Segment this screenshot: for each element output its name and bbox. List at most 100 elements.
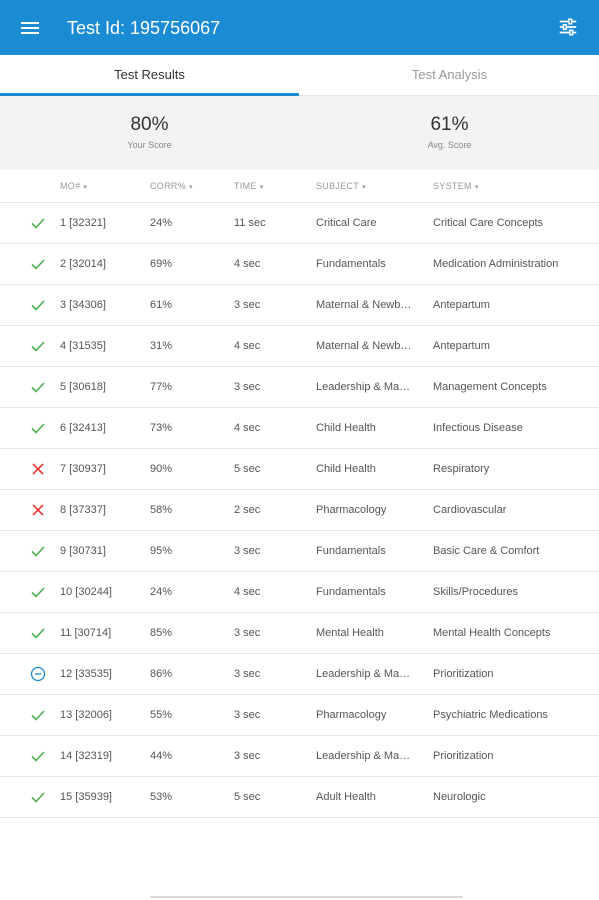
your-score-label: Your Score: [127, 140, 172, 150]
subject: Leadership & Ma…: [316, 668, 411, 680]
column-header-label: SUBJECT: [316, 181, 360, 191]
avg-score-label: Avg. Score: [427, 140, 472, 150]
correct-percent: 44%: [150, 750, 173, 762]
sort-caret-icon: ▾: [474, 184, 479, 191]
sliders-filter-icon[interactable]: [557, 16, 579, 38]
table-row[interactable]: 12 [33535] 86% 3 sec Leadership & Ma… Priori…: [0, 653, 599, 694]
time-spent: 11 sec: [234, 217, 266, 229]
check-icon: [30, 748, 50, 764]
question-id: 7 [30937]: [60, 463, 106, 475]
correct-percent: 55%: [150, 709, 173, 721]
correct-percent: 85%: [150, 627, 173, 639]
table-row[interactable]: 1 [32321] 24% 11 sec Critical Care Critical …: [0, 202, 599, 243]
table-row[interactable]: 4 [31535] 31% 4 sec Maternal & Newb… Antepar…: [0, 325, 599, 366]
table-row[interactable]: 11 [30714] 85% 3 sec Mental Health Mental He…: [0, 612, 599, 653]
table-row[interactable]: 13 [32006] 55% 3 sec Pharmacology Psychiatri…: [0, 694, 599, 735]
correct-percent: 58%: [150, 504, 173, 516]
tab-bar: Test Results Test Analysis: [0, 55, 599, 96]
check-icon: [30, 297, 50, 313]
your-score: 80% Your Score: [0, 114, 299, 150]
tab-test-results[interactable]: Test Results: [0, 55, 299, 96]
subject: Fundamentals: [316, 586, 386, 598]
question-id: 11 [30714]: [60, 627, 112, 639]
correct-percent: 31%: [150, 340, 173, 352]
column-header-system[interactable]: SYSTEM ▾: [433, 181, 479, 191]
column-header-subject[interactable]: SUBJECT ▾: [316, 181, 366, 191]
column-header-qid[interactable]: MO# ▾: [60, 181, 87, 191]
system: Critical Care Concepts: [433, 217, 544, 229]
check-icon: [30, 420, 50, 436]
question-id: 14 [32319]: [60, 750, 112, 762]
time-spent: 4 sec: [234, 258, 261, 270]
question-id: 1 [32321]: [60, 217, 106, 229]
subject: Maternal & Newb…: [316, 299, 412, 311]
table-row[interactable]: 10 [30244] 24% 4 sec Fundamentals Skills/Pro…: [0, 571, 599, 612]
system: Mental Health Concepts: [433, 627, 551, 639]
column-header-time[interactable]: TIME ▾: [234, 181, 264, 191]
subject: Maternal & Newb…: [316, 340, 412, 352]
subject: Pharmacology: [316, 709, 387, 721]
system: Skills/Procedures: [433, 586, 518, 598]
system: Cardiovascular: [433, 504, 507, 516]
check-icon: [30, 543, 50, 559]
app-bar: Test Id: 195756067: [0, 0, 599, 55]
question-id: 4 [31535]: [60, 340, 106, 352]
subject: Leadership & Ma…: [316, 750, 411, 762]
score-summary: 80% Your Score 61% Avg. Score: [0, 96, 599, 170]
subject: Pharmacology: [316, 504, 387, 516]
question-id: 15 [35939]: [60, 791, 112, 803]
table-row[interactable]: 3 [34306] 61% 3 sec Maternal & Newb… Antepar…: [0, 284, 599, 325]
question-id: 5 [30618]: [60, 381, 106, 393]
time-spent: 3 sec: [234, 750, 261, 762]
correct-percent: 95%: [150, 545, 173, 557]
subject: Fundamentals: [316, 545, 386, 557]
tab-test-analysis[interactable]: Test Analysis: [300, 55, 599, 95]
hamburger-menu-icon[interactable]: [18, 16, 42, 40]
time-spent: 5 sec: [234, 791, 261, 803]
table-row[interactable]: 14 [32319] 44% 3 sec Leadership & Ma… Priori…: [0, 735, 599, 776]
correct-percent: 24%: [150, 586, 173, 598]
table-row[interactable]: 9 [30731] 95% 3 sec Fundamentals Basic Care …: [0, 530, 599, 571]
time-spent: 4 sec: [234, 586, 261, 598]
time-spent: 5 sec: [234, 463, 261, 475]
correct-percent: 86%: [150, 668, 173, 680]
question-id: 2 [32014]: [60, 258, 106, 270]
correct-percent: 24%: [150, 217, 173, 229]
table-row[interactable]: 6 [32413] 73% 4 sec Child Health Infectious …: [0, 407, 599, 448]
correct-percent: 69%: [150, 258, 173, 270]
scroll-indicator: [150, 896, 463, 898]
column-header-label: TIME: [234, 181, 257, 191]
time-spent: 3 sec: [234, 709, 261, 721]
correct-percent: 53%: [150, 791, 173, 803]
table-row[interactable]: 5 [30618] 77% 3 sec Leadership & Ma… Managem…: [0, 366, 599, 407]
check-icon: [30, 338, 50, 354]
time-spent: 3 sec: [234, 299, 261, 311]
column-header-label: MO#: [60, 181, 81, 191]
time-spent: 3 sec: [234, 627, 261, 639]
sort-caret-icon: ▾: [362, 184, 366, 191]
correct-percent: 77%: [150, 381, 173, 393]
check-icon: [30, 256, 50, 272]
subject: Mental Health: [316, 627, 384, 639]
table-row[interactable]: 8 [37337] 58% 2 sec Pharmacology Cardiovascu…: [0, 489, 599, 530]
check-icon: [30, 379, 50, 395]
question-id: 8 [37337]: [60, 504, 106, 516]
time-spent: 3 sec: [234, 668, 261, 680]
system: Prioritization: [433, 668, 494, 680]
time-spent: 4 sec: [234, 340, 261, 352]
question-id: 6 [32413]: [60, 422, 106, 434]
table-row[interactable]: 2 [32014] 69% 4 sec Fundamentals Medication …: [0, 243, 599, 284]
check-icon: [30, 584, 50, 600]
system: Infectious Disease: [433, 422, 523, 434]
subject: Child Health: [316, 422, 376, 434]
system: Antepartum: [433, 299, 490, 311]
table-row[interactable]: 7 [30937] 90% 5 sec Child Health Respiratory: [0, 448, 599, 489]
your-score-value: 80%: [130, 114, 169, 135]
column-header-corr[interactable]: CORR% ▾: [150, 181, 193, 191]
table-row[interactable]: 15 [35939] 53% 5 sec Adult Health Neurologic: [0, 776, 599, 818]
subject: Fundamentals: [316, 258, 386, 270]
correct-percent: 73%: [150, 422, 173, 434]
page-title: Test Id: 195756067: [67, 18, 221, 38]
system: Prioritization: [433, 750, 494, 762]
question-id: 12 [33535]: [60, 668, 112, 680]
